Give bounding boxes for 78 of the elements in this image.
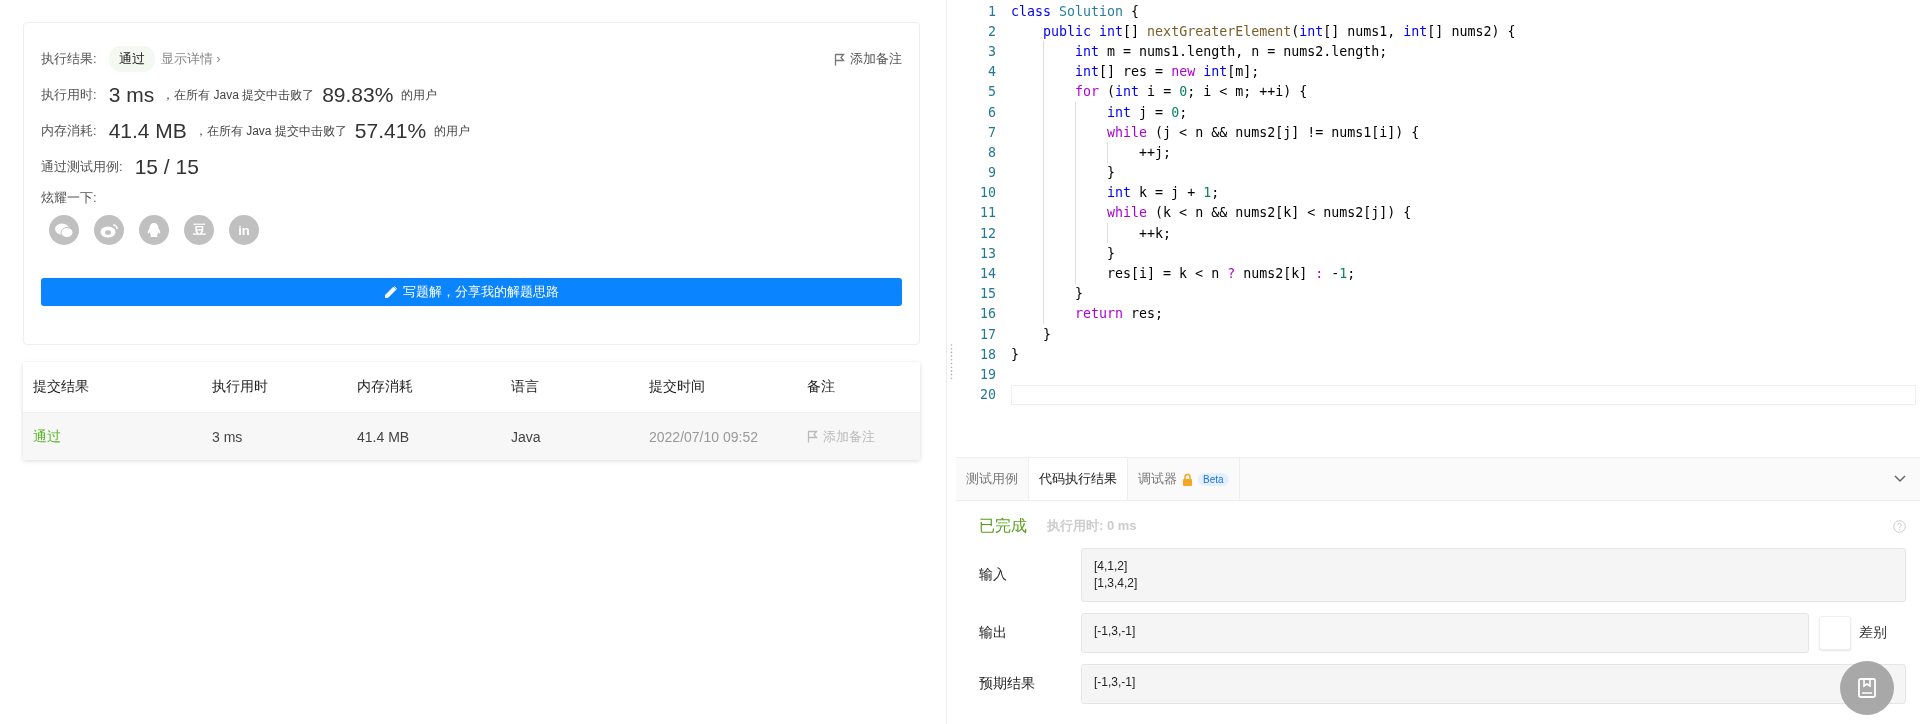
console-tab[interactable]: 调试器 Beta — [1128, 458, 1240, 500]
field-label: 输出 — [979, 624, 1008, 642]
stat-text: 的用户 — [401, 86, 438, 104]
expected-box: [-1,3,-1] — [1081, 664, 1906, 704]
input-box: [4,1,2] [1,3,4,2] — [1081, 548, 1906, 602]
code-line: } — [1074, 286, 1084, 302]
status-badge: 通过 — [108, 46, 155, 72]
line-number: 20 — [979, 387, 997, 403]
field-label: 通过测试用例: — [41, 158, 123, 176]
stat-text: 的用户 — [434, 122, 471, 140]
code-line: return res; — [1074, 306, 1164, 322]
line-number: 2 — [987, 23, 997, 39]
stat-text: ，在所有 Java 提交中击败了 — [162, 86, 315, 104]
line-number: 15 — [979, 286, 997, 302]
code-line: int[] res = new int[m]; — [1074, 64, 1260, 80]
line-number: 3 — [987, 43, 997, 59]
column-header: 语言 — [511, 378, 540, 396]
console-tab[interactable]: 代码执行结果 — [1029, 458, 1128, 500]
code-line: res[i] = k < n ? nums2[k] : -1; — [1106, 266, 1356, 282]
code-line: } — [1106, 245, 1116, 261]
stat-percent: 57.41% — [354, 119, 427, 143]
column-header: 备注 — [807, 378, 836, 396]
line-number: 14 — [979, 266, 997, 282]
line-number: 19 — [979, 366, 997, 382]
share-label: 炫耀一下: — [41, 189, 97, 207]
write-solution-button[interactable]: 写题解，分享我的解题思路 — [41, 278, 902, 306]
code-line: int m = nums1.length, n = nums2.length; — [1074, 43, 1388, 59]
line-number: 1 — [987, 3, 997, 19]
code-line: for (int i = 0; i < m; ++i) { — [1074, 84, 1308, 100]
field-label: 预期结果 — [979, 675, 1036, 693]
field-label: 执行用时: — [41, 86, 97, 104]
table-cell-text: 2022/07/10 09:52 — [649, 428, 759, 445]
status-text: 已完成 — [979, 515, 1027, 536]
line-number: 11 — [979, 205, 997, 221]
column-header: 提交时间 — [649, 378, 706, 396]
beta-badge: Beta — [1198, 472, 1229, 486]
line-number: 9 — [987, 165, 997, 181]
code-line: int k = j + 1; — [1106, 185, 1220, 201]
line-number: 7 — [987, 124, 997, 140]
column-header: 提交结果 — [33, 378, 90, 396]
stat-percent: 89.83% — [322, 83, 394, 107]
stat-text: ，在所有 Java 提交中击败了 — [194, 122, 347, 140]
stat-value: 3 ms — [108, 83, 155, 107]
code-line: while (k < n && nums2[k] < nums2[j]) { — [1106, 205, 1412, 221]
code-line: } — [1106, 165, 1116, 181]
output-box: [-1,3,-1] — [1081, 613, 1809, 653]
code-line: while (j < n && nums2[j] != nums1[i]) { — [1106, 124, 1420, 140]
code-line: class Solution { — [1011, 3, 1140, 19]
line-number: 13 — [979, 245, 997, 261]
code-line: } — [1042, 326, 1052, 342]
table-cell-text: 41.4 MB — [357, 428, 411, 445]
stat-value: 41.4 MB — [108, 119, 187, 143]
table-cell-text: 3 ms — [212, 428, 244, 445]
column-header: 执行用时 — [212, 378, 269, 396]
line-number: 10 — [979, 185, 997, 201]
diff-toggle[interactable]: 差别 — [1819, 613, 1906, 653]
tests-value: 15 / 15 — [134, 155, 199, 179]
line-number: 18 — [979, 346, 997, 362]
line-number: 12 — [979, 225, 997, 241]
line-number: 5 — [987, 84, 997, 100]
line-number: 4 — [987, 64, 997, 80]
line-number: 8 — [987, 144, 997, 160]
line-number: 16 — [979, 306, 997, 322]
code-line: } — [1011, 346, 1019, 362]
field-label: 内存消耗: — [41, 122, 97, 140]
table-cell-text: Java — [511, 428, 542, 445]
field-label: 输入 — [979, 566, 1008, 584]
status-cell-text: 通过 — [33, 427, 62, 446]
details-link[interactable]: 显示详情 › — [160, 50, 221, 68]
code-line: ++j; — [1138, 144, 1172, 160]
line-number: 17 — [979, 326, 997, 342]
add-note-link[interactable]: 添加备注 — [834, 50, 902, 68]
code-line: public int[] nextGreaterElement(int[] nums1, int[] nums2) { — [1042, 23, 1516, 39]
code-line: ++k; — [1138, 225, 1172, 241]
column-header: 内存消耗 — [357, 378, 414, 396]
field-label: 执行结果: — [41, 50, 97, 68]
line-number: 6 — [987, 104, 997, 120]
code-line: int j = 0; — [1106, 104, 1188, 120]
